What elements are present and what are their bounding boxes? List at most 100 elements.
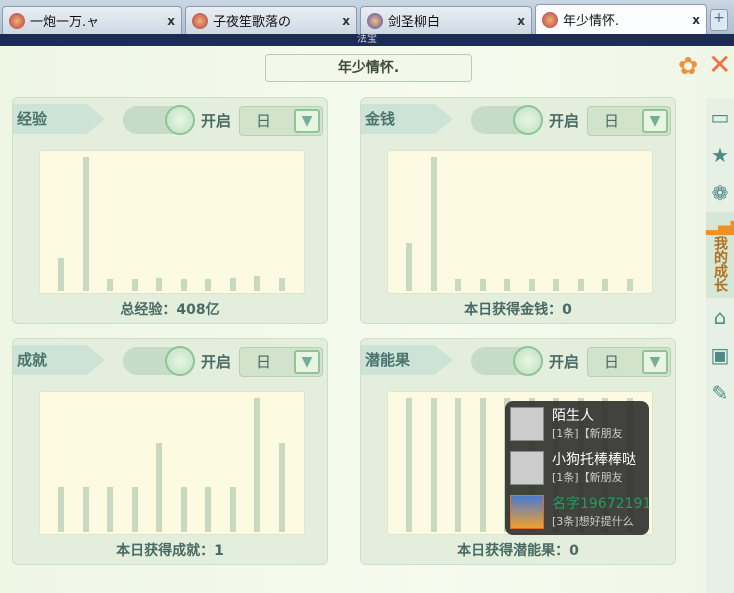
sidebar-item-my-growth[interactable]: ▂▄▆我的成长	[706, 212, 734, 298]
chat-icon[interactable]: ▭	[706, 98, 734, 136]
close-icon[interactable]: ✕	[708, 48, 731, 81]
chart-bar	[602, 278, 608, 291]
chat-name: 名字19672191	[552, 496, 649, 512]
toggle-knob[interactable]	[513, 105, 543, 135]
chevron-down-icon[interactable]: ▼	[294, 350, 320, 374]
avatar	[510, 451, 544, 485]
panel-label: 潜能果	[361, 345, 453, 375]
avatar-icon	[542, 11, 558, 28]
chart-bar	[205, 487, 211, 532]
chart-bar	[254, 276, 260, 291]
toggle-knob[interactable]	[165, 105, 195, 135]
toggle-knob[interactable]	[513, 346, 543, 376]
toggle-knob[interactable]	[165, 346, 195, 376]
panel-footer: 本日获得金钱：0	[464, 302, 572, 318]
panel-label: 成就	[13, 345, 105, 375]
chart-bar	[58, 487, 64, 532]
box-icon[interactable]: ▣	[706, 336, 734, 374]
stat-panel: 金钱 开启 日 ▼ 本日获得金钱：0	[360, 97, 676, 324]
stat-panel: 成就 开启 日 ▼ 本日获得成就：1	[12, 338, 328, 565]
panel-label: 金钱	[361, 104, 453, 134]
chart-bar	[131, 487, 138, 532]
avatar-icon	[9, 12, 25, 29]
enable-toggle[interactable]	[123, 105, 195, 135]
period-select[interactable]: 日 ▼	[239, 106, 323, 136]
panel-footer: 本日获得成就：1	[116, 543, 224, 559]
chart-bar	[229, 277, 236, 291]
toggle-label: 开启	[201, 353, 232, 371]
tab-2[interactable]: 子夜笙歌落の x	[185, 6, 357, 34]
chat-entry[interactable]: 陌生人 [1条]【新朋友	[510, 403, 649, 443]
chart-bar	[430, 157, 437, 291]
signal-icon: ▂▄▆	[706, 216, 734, 235]
chat-message: [3条]想好提什么	[552, 515, 634, 528]
chart-bar	[131, 278, 138, 291]
period-value: 日	[256, 112, 272, 130]
chart-bar	[156, 277, 162, 291]
chart-bar	[455, 278, 461, 291]
panel-footer: 总经验：408亿	[120, 302, 220, 318]
chart-bar	[278, 277, 285, 291]
chat-entry[interactable]: 名字19672191 [3条]想好提什么	[510, 491, 649, 531]
tab-close-icon[interactable]: x	[167, 14, 175, 28]
panel-label: 经验	[13, 104, 105, 134]
home-icon[interactable]: ⌂	[706, 298, 734, 336]
tab-bar: 一炮一万.ャ x 子夜笙歌落の x 剑圣柳白 x 年少情怀. x +	[0, 0, 734, 34]
toggle-label: 开启	[549, 353, 580, 371]
toggle-label: 开启	[201, 112, 232, 130]
panel-footer: 本日获得潜能果：0	[457, 543, 579, 559]
chart-bar	[156, 442, 162, 532]
chart-bar	[479, 278, 486, 291]
chat-message: [1条]【新朋友	[552, 427, 623, 440]
period-value: 日	[604, 112, 620, 130]
tab-label: 剑圣柳白	[388, 15, 441, 30]
period-select[interactable]: 日 ▼	[587, 347, 671, 377]
enable-toggle[interactable]	[471, 105, 543, 135]
chart-bar	[58, 257, 64, 291]
tab-close-icon[interactable]: x	[692, 13, 700, 27]
chart-bar	[107, 278, 113, 291]
period-value: 日	[256, 353, 272, 371]
chat-name: 小狗托棒棒哒	[552, 452, 636, 468]
chart-bar	[82, 157, 89, 291]
palette-icon[interactable]: ✎	[706, 374, 734, 412]
sidebar: ▭ ★ ❁ ▂▄▆我的成长 ⌂ ▣ ✎	[706, 98, 734, 593]
chart-bar	[229, 487, 236, 532]
tab-4-active[interactable]: 年少情怀. x	[535, 4, 707, 34]
tab-label: 一炮一万.ャ	[30, 15, 100, 30]
star-icon[interactable]: ★	[706, 136, 734, 174]
paw-icon[interactable]: ❁	[706, 174, 734, 212]
chart-bar	[479, 398, 486, 532]
gear-icon[interactable]: ✿	[678, 52, 698, 80]
tab-3[interactable]: 剑圣柳白 x	[360, 6, 532, 34]
chart-bar	[504, 278, 510, 291]
tab-label: 子夜笙歌落の	[213, 15, 292, 30]
bar-chart	[39, 391, 305, 535]
tab-1[interactable]: 一炮一万.ャ x	[2, 6, 182, 34]
chart-bar	[528, 278, 535, 291]
window-title: 年少情怀.	[265, 54, 472, 82]
tab-close-icon[interactable]: x	[517, 14, 525, 28]
chart-bar	[406, 398, 412, 532]
enable-toggle[interactable]	[471, 346, 543, 376]
stat-panel: 经验 开启 日 ▼ 总经验：408亿	[12, 97, 328, 324]
avatar	[510, 407, 544, 441]
toggle-label: 开启	[549, 112, 580, 130]
chart-bar	[430, 398, 437, 532]
enable-toggle[interactable]	[123, 346, 195, 376]
period-select[interactable]: 日 ▼	[587, 106, 671, 136]
chat-name: 陌生人	[552, 408, 594, 424]
chat-entry[interactable]: 小狗托棒棒哒 [1条]【新朋友	[510, 447, 649, 487]
chevron-down-icon[interactable]: ▼	[642, 350, 668, 374]
chat-popup[interactable]: 陌生人 [1条]【新朋友 小狗托棒棒哒 [1条]【新朋友 名字19672191 [3条…	[505, 401, 649, 535]
chart-bar	[254, 398, 260, 532]
tab-close-icon[interactable]: x	[342, 14, 350, 28]
chevron-down-icon[interactable]: ▼	[642, 109, 668, 133]
avatar-icon	[192, 12, 208, 29]
new-tab-button[interactable]: +	[710, 9, 728, 31]
bar-chart	[387, 150, 653, 294]
chevron-down-icon[interactable]: ▼	[294, 109, 320, 133]
avatar-icon	[367, 12, 383, 29]
period-select[interactable]: 日 ▼	[239, 347, 323, 377]
bar-chart	[39, 150, 305, 294]
